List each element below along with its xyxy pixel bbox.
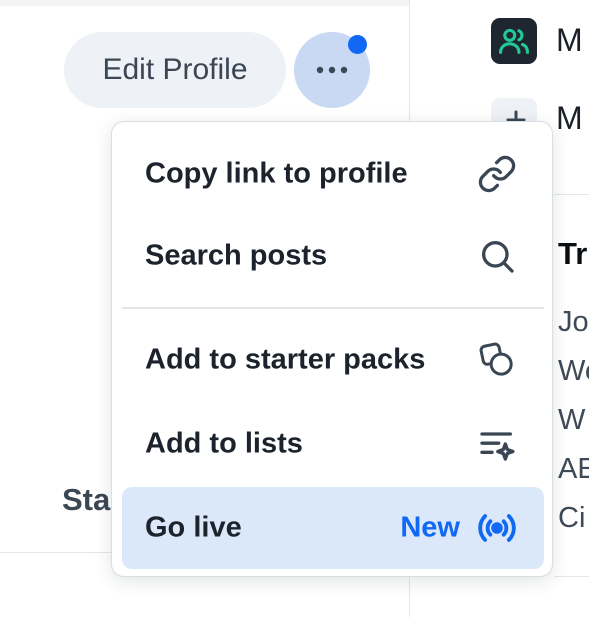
- menu-item-label: Copy link to profile: [145, 157, 408, 190]
- link-icon: [476, 153, 518, 195]
- profile-stats-fragment: Sta: [62, 482, 111, 517]
- menu-item-label: Add to starter packs: [145, 343, 426, 376]
- menu-item-label: Search posts: [145, 239, 328, 272]
- broadcast-icon: [476, 507, 518, 549]
- right-item-label[interactable]: M: [556, 100, 583, 137]
- menu-item-label: Add to lists: [145, 427, 303, 460]
- list-add-icon: [476, 423, 518, 465]
- search-icon: [476, 235, 518, 277]
- notification-dot: [348, 35, 367, 54]
- trending-item[interactable]: Jo: [558, 306, 589, 339]
- menu-item-add-to-lists[interactable]: Add to lists: [122, 404, 544, 484]
- menu-separator: [122, 307, 544, 309]
- menu-item-add-starter-packs[interactable]: Add to starter packs: [122, 320, 544, 400]
- menu-item-copy-link[interactable]: Copy link to profile: [122, 134, 544, 214]
- ellipsis-icon: [316, 66, 348, 74]
- right-item-label[interactable]: M: [556, 22, 583, 59]
- right-divider: [554, 194, 589, 195]
- edit-profile-button[interactable]: Edit Profile: [64, 32, 286, 108]
- right-divider: [554, 576, 589, 577]
- new-badge: New: [400, 511, 460, 544]
- trending-item[interactable]: AE: [558, 453, 589, 486]
- starter-pack-icon: [476, 339, 518, 381]
- edit-profile-label: Edit Profile: [102, 53, 248, 86]
- trending-item[interactable]: We: [558, 355, 589, 388]
- menu-item-search-posts[interactable]: Search posts: [122, 216, 544, 296]
- menu-item-label: Go live: [145, 511, 242, 544]
- profile-options-menu: Copy link to profile Search posts Add to…: [111, 121, 553, 577]
- trending-item[interactable]: Ci: [558, 502, 585, 535]
- top-strip: [0, 0, 410, 6]
- people-icon[interactable]: [491, 18, 537, 64]
- trending-title: Tr: [558, 236, 588, 271]
- menu-item-go-live[interactable]: Go live New: [122, 487, 544, 569]
- trending-item[interactable]: W: [558, 404, 585, 437]
